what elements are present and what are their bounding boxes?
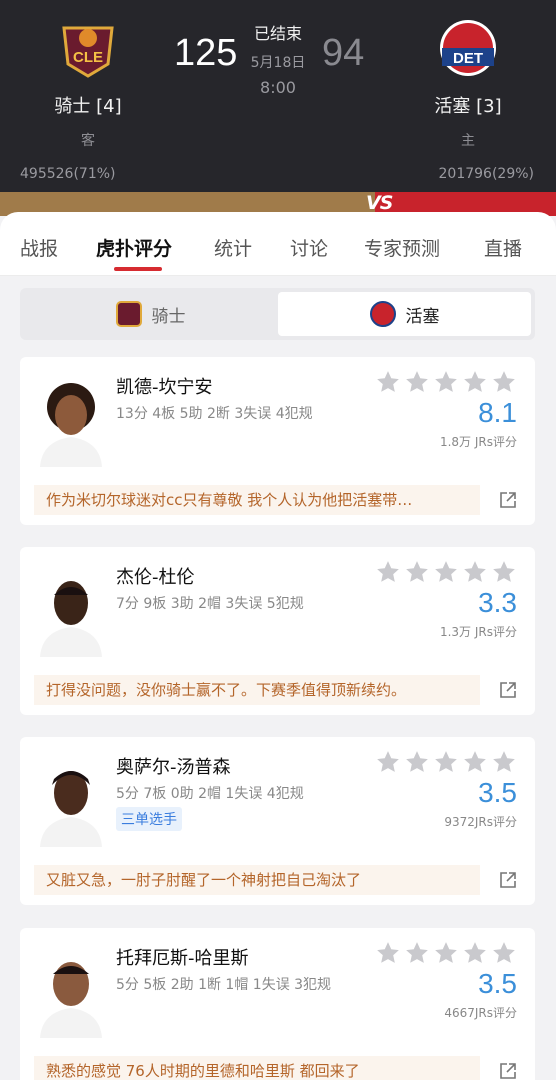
star-icon[interactable] (433, 559, 459, 585)
top-comment[interactable]: 打得没问题，没你骑士赢不了。下赛季值得顶新续约。 (34, 675, 480, 705)
player-rating: 3.5 (478, 968, 517, 999)
player-rating: 8.1 (478, 397, 517, 428)
rating-count: 9372JRs评分 (444, 815, 517, 829)
top-comment[interactable]: 作为米切尔球迷对cc只有尊敬 我个人认为他把活塞带… (34, 485, 480, 515)
player-name: 凯德-坎宁安 (116, 377, 213, 398)
star-icon[interactable] (375, 559, 401, 585)
rating-stars[interactable] (375, 559, 517, 585)
tab-discussion[interactable]: 讨论 (290, 234, 328, 261)
game-status: 已结束 5月18日 8:00 (228, 20, 328, 97)
star-icon[interactable] (433, 369, 459, 395)
tab-hupu-rating[interactable]: 虎扑评分 (96, 234, 172, 261)
star-icon[interactable] (404, 369, 430, 395)
tab-expert-prediction[interactable]: 专家预测 (364, 234, 440, 261)
star-icon[interactable] (462, 369, 488, 395)
tab-bar: 战报 虎扑评分 统计 讨论 专家预测 直播 (0, 212, 556, 276)
share-icon[interactable] (499, 1062, 517, 1080)
pistons-mini-logo (369, 301, 396, 327)
cavaliers-logo-text: CLE (73, 49, 103, 66)
rating-count: 1.8万 JRs评分 (439, 435, 517, 449)
player-stats: 5分 5板 2助 1断 1帽 1失误 3犯规 (116, 977, 332, 993)
tab-report[interactable]: 战报 (20, 234, 58, 261)
home-team[interactable]: CLE 骑士 [4] 客 (28, 18, 148, 150)
toggle-pistons-label: 活塞 (405, 306, 440, 327)
star-icon[interactable] (462, 940, 488, 966)
tab-stats[interactable]: 统计 (214, 234, 252, 261)
star-icon[interactable] (462, 559, 488, 585)
star-icon[interactable] (491, 940, 517, 966)
away-score: 94 (322, 32, 365, 74)
rating-count: 1.3万 JRs评分 (439, 625, 517, 639)
share-icon[interactable] (499, 491, 517, 509)
share-icon[interactable] (499, 681, 517, 699)
active-tab-indicator (114, 267, 162, 271)
toggle-cavaliers-label: 骑士 (151, 306, 186, 327)
game-header: CLE 骑士 [4] 客 125 已结束 5月18日 8:00 94 DET 活… (0, 0, 556, 196)
star-icon[interactable] (375, 749, 401, 775)
away-team-role: 主 (461, 133, 475, 149)
player-name: 托拜厄斯-哈里斯 (116, 948, 249, 969)
player-badge: 三单选手 (116, 807, 182, 831)
home-support-count: 495526(71%) (20, 166, 116, 182)
player-rating: 3.3 (478, 587, 517, 618)
star-icon[interactable] (462, 749, 488, 775)
status-text: 已结束 (253, 24, 302, 43)
player-card[interactable]: 杰伦-杜伦 7分 9板 3助 2帽 3失误 5犯规 3.3 1.3万 JRs评分… (20, 547, 535, 715)
player-stats: 5分 7板 0助 2帽 1失误 4犯规 (116, 786, 304, 802)
tab-live[interactable]: 直播 (484, 234, 522, 261)
home-team-name: 骑士 [4] (54, 96, 122, 117)
player-card[interactable]: 凯德-坎宁安 13分 4板 5助 2断 3失误 4犯规 8.1 1.8万 JRs… (20, 357, 535, 525)
star-icon[interactable] (375, 940, 401, 966)
top-comment[interactable]: 熟悉的感觉 76人时期的里德和哈里斯 都回来了 (34, 1056, 480, 1080)
star-icon[interactable] (433, 749, 459, 775)
player-avatar (34, 755, 108, 847)
team-toggle: 骑士 活塞 (20, 288, 535, 340)
player-name: 杰伦-杜伦 (116, 567, 195, 588)
away-team-name: 活塞 [3] (434, 96, 502, 117)
star-icon[interactable] (433, 940, 459, 966)
away-support-count: 201796(29%) (438, 166, 534, 182)
vs-label: VS (366, 192, 393, 214)
cavaliers-logo: CLE (58, 18, 118, 78)
rating-count: 4667JRs评分 (444, 1006, 517, 1020)
game-date: 5月18日 (250, 55, 306, 71)
player-avatar (34, 375, 108, 467)
game-time: 8:00 (260, 78, 296, 97)
away-team[interactable]: DET 活塞 [3] 主 (408, 18, 528, 150)
pistons-logo: DET (438, 18, 498, 78)
player-rating: 3.5 (478, 777, 517, 808)
toggle-pistons[interactable]: 活塞 (278, 292, 531, 336)
rating-stars[interactable] (375, 369, 517, 395)
rating-stars[interactable] (375, 749, 517, 775)
player-avatar (34, 946, 108, 1038)
home-team-role: 客 (81, 133, 95, 149)
cavaliers-mini-logo (115, 301, 142, 327)
share-icon[interactable] (499, 871, 517, 889)
star-icon[interactable] (375, 369, 401, 395)
player-card[interactable]: 托拜厄斯-哈里斯 5分 5板 2助 1断 1帽 1失误 3犯规 3.5 4667… (20, 928, 535, 1080)
star-icon[interactable] (404, 559, 430, 585)
star-icon[interactable] (491, 369, 517, 395)
star-icon[interactable] (491, 559, 517, 585)
star-icon[interactable] (491, 749, 517, 775)
player-card[interactable]: 奥萨尔-汤普森 5分 7板 0助 2帽 1失误 4犯规 三单选手 3.5 937… (20, 737, 535, 905)
toggle-cavaliers[interactable]: 骑士 (24, 292, 277, 336)
player-stats: 13分 4板 5助 2断 3失误 4犯规 (116, 406, 313, 422)
pistons-logo-text: DET (453, 50, 483, 67)
top-comment[interactable]: 又脏又急，一肘子肘醒了一个神射把自己淘汰了 (34, 865, 480, 895)
player-name: 奥萨尔-汤普森 (116, 757, 231, 778)
star-icon[interactable] (404, 749, 430, 775)
player-stats: 7分 9板 3助 2帽 3失误 5犯规 (116, 596, 304, 612)
star-icon[interactable] (404, 940, 430, 966)
rating-stars[interactable] (375, 940, 517, 966)
player-avatar (34, 565, 108, 657)
